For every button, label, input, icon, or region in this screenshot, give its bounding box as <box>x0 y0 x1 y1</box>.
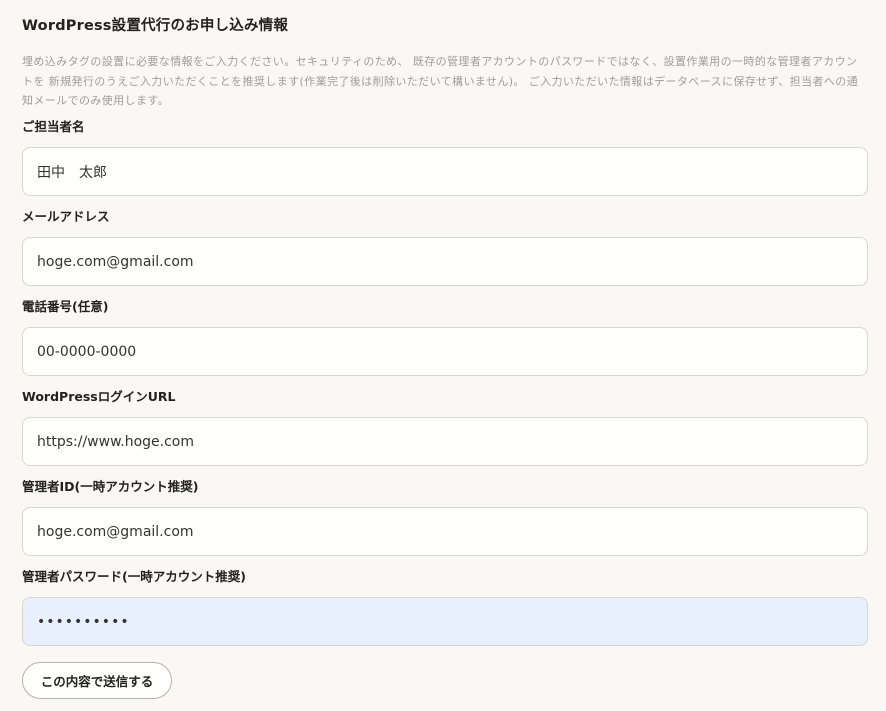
field-contact-name: ご担当者名 <box>22 117 868 196</box>
email-input[interactable] <box>22 237 868 286</box>
contact-name-input[interactable] <box>22 147 868 196</box>
login-url-label: WordPressログインURL <box>22 389 176 404</box>
phone-label: 電話番号(任意) <box>22 299 109 314</box>
field-phone: 電話番号(任意) <box>22 297 868 376</box>
admin-id-input[interactable] <box>22 507 868 556</box>
field-admin-id: 管理者ID(一時アカウント推奨) <box>22 477 868 556</box>
field-email: メールアドレス <box>22 207 868 286</box>
form-description: 埋め込みタグの設置に必要な情報をご入力ください。セキュリティのため、 既存の管理… <box>22 55 858 107</box>
application-form-page: WordPress設置代行のお申し込み情報 埋め込みタグの設置に必要な情報をご入… <box>0 0 886 711</box>
admin-id-label: 管理者ID(一時アカウント推奨) <box>22 479 199 494</box>
admin-password-input[interactable] <box>22 597 868 646</box>
submit-button[interactable]: この内容で送信する <box>22 662 172 699</box>
field-admin-password: 管理者パスワード(一時アカウント推奨) <box>22 567 868 646</box>
form-title: WordPress設置代行のお申し込み情報 <box>22 18 289 34</box>
login-url-input[interactable] <box>22 417 868 466</box>
phone-input[interactable] <box>22 327 868 376</box>
field-login-url: WordPressログインURL <box>22 387 868 466</box>
contact-name-label: ご担当者名 <box>22 119 85 134</box>
email-label: メールアドレス <box>22 209 110 224</box>
admin-password-label: 管理者パスワード(一時アカウント推奨) <box>22 569 246 584</box>
